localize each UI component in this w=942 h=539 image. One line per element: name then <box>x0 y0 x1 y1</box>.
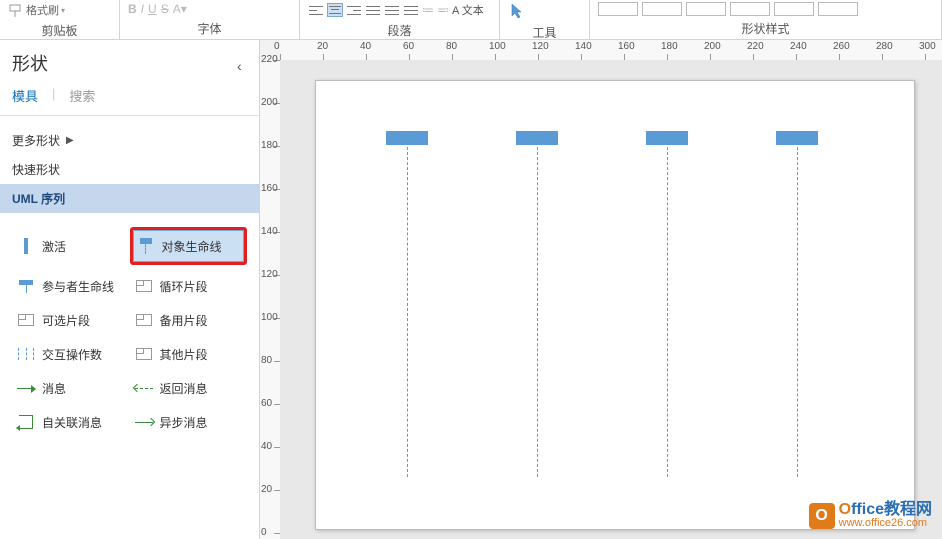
align-center-button[interactable] <box>327 3 343 17</box>
ribbon-label-font: 字体 <box>120 18 299 41</box>
italic-button[interactable]: I <box>141 2 144 16</box>
shape-label: 可选片段 <box>42 312 90 329</box>
more-shapes-label: 更多形状 <box>12 132 60 149</box>
align-right-button[interactable] <box>346 3 362 17</box>
ribbon-group-clipboard: 格式刷 ▾ 剪贴板 <box>0 0 120 39</box>
ribbon-group-tools: 工具 <box>500 0 590 39</box>
style-thumb[interactable] <box>774 2 814 16</box>
shape-self-message[interactable]: 自关联消息 <box>12 405 130 439</box>
style-thumb[interactable] <box>686 2 726 16</box>
activate-icon <box>16 237 36 255</box>
align-top-button[interactable] <box>365 3 381 17</box>
watermark-title: Office教程网 <box>839 502 932 518</box>
lifeline-icon <box>136 237 156 255</box>
style-thumb[interactable] <box>730 2 770 16</box>
shape-label: 循环片段 <box>160 278 208 295</box>
ribbon-group-shape-styles: 形状样式 <box>590 0 942 39</box>
lifeline-shape[interactable] <box>516 131 558 477</box>
chevron-right-icon: ▶ <box>66 135 74 146</box>
quick-shapes-label: 快速形状 <box>12 161 60 178</box>
shape-return-message[interactable]: 返回消息 <box>130 371 248 405</box>
style-thumb[interactable] <box>642 2 682 16</box>
underline-button[interactable]: U <box>148 2 157 16</box>
shape-message[interactable]: 消息 <box>12 371 130 405</box>
more-shapes-row[interactable]: 更多形状 ▶ <box>12 126 247 155</box>
format-painter-label: 格式刷 <box>26 2 59 18</box>
ribbon-group-paragraph: ≔ ≕ A 文本 段落 <box>300 0 500 39</box>
lifeline-shape[interactable] <box>646 131 688 477</box>
watermark-logo-icon: O <box>809 503 835 529</box>
shape-opt-fragment[interactable]: 可选片段 <box>12 303 130 337</box>
watermark-url: www.office26.com <box>839 518 932 529</box>
stencil-uml-sequence[interactable]: UML 序列 <box>0 184 259 213</box>
stencil-label: UML 序列 <box>12 190 65 207</box>
shapes-panel-title: 形状 <box>12 50 48 76</box>
return-message-icon <box>134 379 154 397</box>
shape-label: 消息 <box>42 380 66 397</box>
bullets-button[interactable]: ≔ <box>422 3 434 17</box>
ruler-horizontal: 0204060801001201401601802002202402602803… <box>280 40 942 60</box>
shape-label: 激活 <box>42 238 66 255</box>
shape-label: 返回消息 <box>160 380 208 397</box>
ribbon: 格式刷 ▾ 剪贴板 B I U S A▾ 字体 <box>0 0 942 40</box>
text-direction-button[interactable]: A 文本 <box>452 2 484 18</box>
drawing-page[interactable] <box>315 80 915 530</box>
shape-label: 其他片段 <box>160 346 208 363</box>
shape-async-message[interactable]: 异步消息 <box>130 405 248 439</box>
ribbon-label-shape-styles: 形状样式 <box>590 18 941 41</box>
shape-label: 异步消息 <box>160 414 208 431</box>
shape-interaction[interactable]: 交互操作数 <box>12 337 130 371</box>
align-bot-button[interactable] <box>403 3 419 17</box>
lifeline-shape[interactable] <box>776 131 818 477</box>
align-mid-button[interactable] <box>384 3 400 17</box>
format-painter-button[interactable]: 格式刷 ▾ <box>8 2 65 18</box>
watermark: O Office教程网 www.office26.com <box>809 502 932 529</box>
collapse-panel-button[interactable]: ‹ <box>237 58 247 68</box>
tab-search[interactable]: 搜索 <box>69 86 95 105</box>
strike-button[interactable]: S <box>161 2 169 16</box>
lifeline-shape[interactable] <box>386 131 428 477</box>
paintbrush-icon <box>8 3 24 17</box>
align-left-button[interactable] <box>308 3 324 17</box>
style-thumb[interactable] <box>818 2 858 16</box>
shape-label: 对象生命线 <box>162 238 222 255</box>
shapes-panel: 形状 ‹ 模具 | 搜索 更多形状 ▶ 快速形状 UML 序列 <box>0 40 260 539</box>
ribbon-group-font: B I U S A▾ 字体 <box>120 0 300 39</box>
self-message-icon <box>16 413 36 431</box>
shape-label: 备用片段 <box>160 312 208 329</box>
shape-loop-fragment[interactable]: 循环片段 <box>130 269 248 303</box>
message-icon <box>16 379 36 397</box>
font-color-button[interactable]: A▾ <box>173 2 187 16</box>
canvas-viewport[interactable] <box>280 60 942 539</box>
shape-label: 参与者生命线 <box>42 278 114 295</box>
fragment-icon <box>134 277 154 295</box>
shape-actor-lifeline[interactable]: 参与者生命线 <box>12 269 130 303</box>
highlight-box: 对象生命线 <box>130 227 248 265</box>
shape-activate[interactable]: 激活 <box>12 223 130 269</box>
shape-other-fragment[interactable]: 其他片段 <box>130 337 248 371</box>
fragment-icon <box>134 311 154 329</box>
fragment-icon <box>16 311 36 329</box>
quick-shapes-row[interactable]: 快速形状 <box>12 155 247 184</box>
chevron-down-icon: ▾ <box>61 6 65 15</box>
bold-button[interactable]: B <box>128 2 137 16</box>
ruler-vertical: 220200180160140120100806040200 <box>260 60 280 539</box>
indent-button[interactable]: ≕ <box>437 3 449 17</box>
style-thumb[interactable] <box>598 2 638 16</box>
async-message-icon <box>134 413 154 431</box>
shape-object-lifeline[interactable]: 对象生命线 <box>133 230 245 262</box>
shape-label: 自关联消息 <box>42 414 102 431</box>
shape-alt-fragment[interactable]: 备用片段 <box>130 303 248 337</box>
interaction-icon <box>16 345 36 363</box>
tab-stencils[interactable]: 模具 <box>12 86 38 105</box>
fragment-icon <box>134 345 154 363</box>
canvas-area: 0204060801001201401601802002202402602803… <box>260 40 942 539</box>
shape-label: 交互操作数 <box>42 346 102 363</box>
pointer-tool-icon[interactable] <box>508 2 528 20</box>
actor-lifeline-icon <box>16 277 36 295</box>
